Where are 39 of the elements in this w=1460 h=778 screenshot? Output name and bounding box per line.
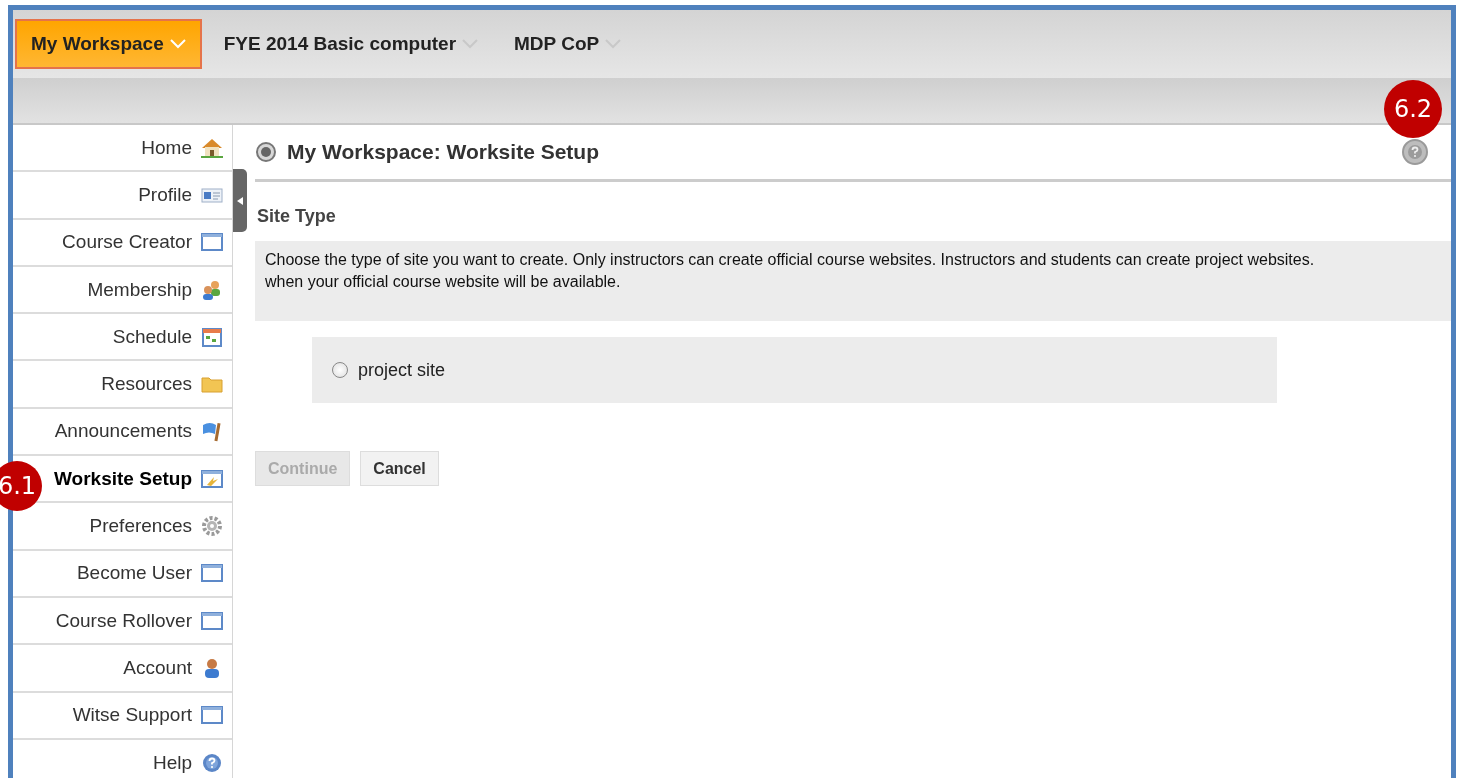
gear-icon xyxy=(200,515,224,537)
sidebar-item[interactable]: Help xyxy=(148,747,224,778)
calendar-icon xyxy=(200,325,224,348)
section-heading: Site Type xyxy=(257,206,337,227)
step-badge: 6.1 xyxy=(0,461,42,511)
sidebar-item[interactable]: Profile xyxy=(134,179,224,210)
page-title: My Workspace: Worksite Setup xyxy=(287,140,600,164)
sidebar-item[interactable]: Preferences xyxy=(85,511,224,541)
sidebar-item[interactable]: Membership xyxy=(83,274,224,305)
window-icon xyxy=(200,562,224,585)
help-icon xyxy=(200,751,224,774)
sidebar-item[interactable]: Witse Support xyxy=(68,700,224,731)
sidebar-item[interactable]: Home xyxy=(137,132,224,163)
sidebar-item[interactable]: Worksite Setup xyxy=(50,463,224,494)
sidebar-item[interactable]: Course Creator xyxy=(58,227,224,258)
site-tab[interactable]: FYE 2014 Basic computer xyxy=(209,19,493,69)
flag-icon xyxy=(200,420,224,443)
option-label: project site xyxy=(358,359,446,381)
help-icon[interactable] xyxy=(1401,138,1429,166)
instructions-text: Choose the type of site you want to create. Only instructors can create official course websites. Instructors and students can create project websites. when your official course website will be available. xyxy=(255,241,1451,321)
window-icon xyxy=(200,704,224,727)
site-type-option[interactable]: project site xyxy=(312,337,1277,403)
sidebar-item[interactable]: Announcements xyxy=(50,416,224,447)
sidebar-item[interactable]: Become User xyxy=(72,558,224,589)
sidebar-item[interactable]: Account xyxy=(119,652,224,683)
setup-icon xyxy=(200,467,224,490)
house-icon xyxy=(200,136,224,159)
radio-button[interactable] xyxy=(332,362,348,378)
cancel-button[interactable]: Cancel xyxy=(360,451,439,486)
collapse-handle[interactable] xyxy=(233,169,247,232)
sidebar-item[interactable]: Schedule xyxy=(108,321,224,352)
sidebar-item[interactable]: Course Rollover xyxy=(51,605,224,636)
site-tab[interactable]: My Workspace xyxy=(15,19,202,69)
caret-icon xyxy=(169,39,186,49)
window-icon xyxy=(200,231,224,254)
site-tab[interactable]: MDP CoP xyxy=(500,19,636,69)
window-icon xyxy=(200,609,224,632)
sidebar-item[interactable]: Resources xyxy=(97,369,224,400)
reload-icon[interactable] xyxy=(255,141,277,163)
